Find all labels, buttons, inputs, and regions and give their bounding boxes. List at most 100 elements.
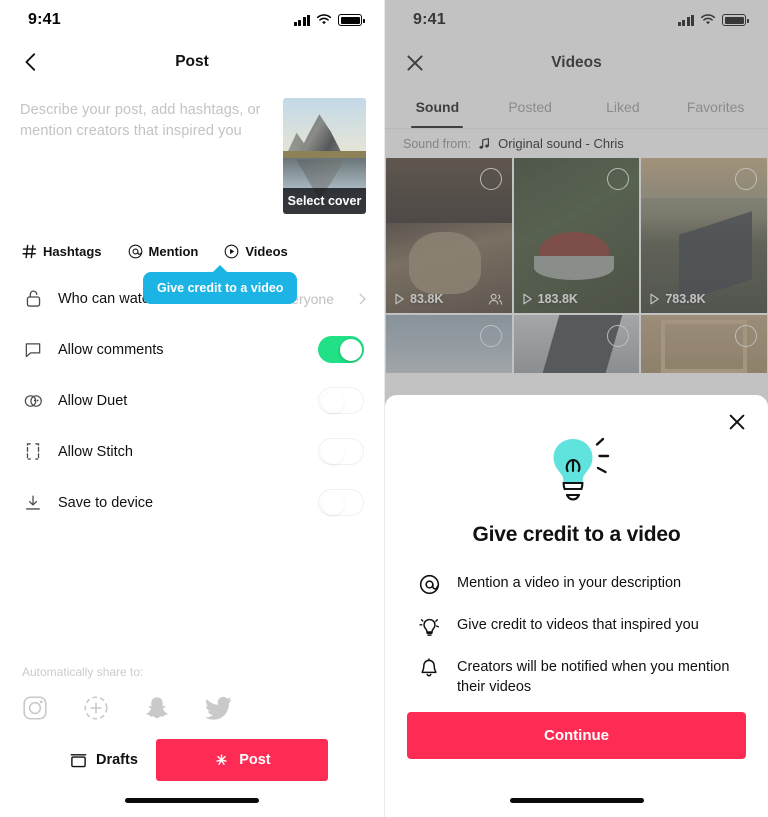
auto-share-icons [22, 695, 232, 721]
signal-bars-icon [293, 14, 310, 26]
sound-from-label: Sound from: [403, 136, 472, 151]
post-screen: 9:41 Post Describe your post, add hashta… [0, 0, 384, 817]
toggle-knob [321, 441, 344, 464]
post-footer: Drafts Post [0, 739, 384, 781]
wifi-icon [700, 14, 716, 25]
video-play-count: 783.8K [649, 292, 706, 306]
status-bar: 9:41 [385, 0, 768, 40]
toggle-allow-duet[interactable] [318, 387, 364, 414]
feature-item: Creators will be notified when you menti… [417, 657, 736, 697]
play-circle-icon [224, 244, 239, 259]
duet-icon [22, 393, 44, 409]
setting-row-allow-duet[interactable]: Allow Duet [22, 375, 364, 426]
setting-row-save-to-device[interactable]: Save to device [22, 477, 364, 528]
unlock-icon [22, 289, 44, 308]
give-credit-tooltip[interactable]: Give credit to a video [143, 265, 298, 304]
cover-thumbnail[interactable]: Select cover [283, 98, 366, 214]
setting-row-allow-comments[interactable]: Allow comments [22, 324, 364, 375]
sound-from-name: Original sound - Chris [498, 136, 624, 151]
feature-item: Mention a video in your description [417, 573, 736, 595]
drafts-button[interactable]: Drafts [22, 752, 138, 769]
snapchat-icon[interactable] [144, 695, 170, 721]
toggle-knob [321, 492, 344, 515]
play-count-value: 183.8K [537, 292, 578, 306]
at-mention-icon [128, 244, 142, 259]
tab-posted[interactable]: Posted [484, 86, 577, 128]
toggle-save-to-device[interactable] [318, 489, 364, 516]
status-time: 9:41 [28, 11, 61, 28]
auto-share-label: Automatically share to: [22, 665, 144, 679]
auto-share-section: Automatically share to: [22, 665, 232, 721]
toggle-allow-stitch[interactable] [318, 438, 364, 465]
sparkle-icon [216, 754, 227, 765]
select-circle-icon[interactable] [607, 325, 630, 347]
continue-button[interactable]: Continue [407, 712, 746, 759]
videos-title: Videos [551, 54, 602, 71]
status-time: 9:41 [413, 11, 446, 28]
hashtags-chip[interactable]: Hashtags [22, 244, 102, 259]
stitch-icon [22, 442, 44, 461]
status-icons [293, 14, 365, 26]
toggle-knob [321, 390, 344, 413]
instagram-icon[interactable] [22, 695, 48, 721]
chevron-right-icon [354, 292, 366, 305]
compose-action-chips: Hashtags Mention Videos [0, 214, 384, 259]
videos-chip-label: Videos [245, 244, 288, 259]
close-x-icon[interactable] [728, 413, 746, 431]
status-bar: 9:41 [0, 0, 384, 40]
sound-from-row: Sound from: Original sound - Chris [385, 128, 768, 158]
tab-liked[interactable]: Liked [577, 86, 670, 128]
play-count-value: 83.8K [410, 292, 444, 306]
video-cell[interactable]: 183.8K [513, 158, 640, 313]
video-cell[interactable]: 83.8K [386, 158, 512, 313]
post-button-label: Post [239, 752, 271, 768]
select-circle-icon[interactable] [734, 325, 757, 347]
post-button[interactable]: Post [155, 739, 328, 781]
description-input[interactable]: Describe your post, add hashtags, or men… [20, 98, 269, 214]
home-indicator [509, 798, 644, 803]
sheet-heading: Give credit to a video [472, 523, 681, 546]
mention-chip-label: Mention [148, 244, 199, 259]
at-mention-icon [417, 573, 441, 595]
tab-favorites[interactable]: Favorites [669, 86, 762, 128]
select-circle-icon[interactable] [734, 168, 757, 190]
twitter-icon[interactable] [205, 696, 232, 720]
video-cell[interactable] [641, 315, 767, 373]
setting-label: Save to device [58, 494, 154, 511]
video-play-count: 183.8K [522, 292, 578, 306]
feature-text: Give credit to videos that inspired you [457, 617, 699, 633]
video-cell[interactable] [513, 315, 640, 373]
videos-chip[interactable]: Videos [224, 244, 288, 259]
video-cell[interactable] [386, 315, 512, 373]
select-circle-icon[interactable] [479, 325, 502, 347]
select-cover-button[interactable]: Select cover [283, 188, 366, 214]
setting-row-allow-stitch[interactable]: Allow Stitch [22, 426, 364, 477]
play-count-value: 783.8K [665, 292, 706, 306]
navigation-bar: Post [0, 40, 384, 84]
setting-label: Allow Duet [58, 392, 128, 409]
wifi-icon [316, 14, 332, 25]
lightbulb-small-icon [417, 615, 441, 637]
sheet-feature-list: Mention a video in your description Give… [407, 573, 746, 697]
select-circle-icon[interactable] [479, 168, 502, 190]
back-chevron-icon[interactable] [20, 51, 42, 73]
videos-picker-screen: 9:41 Videos Sound Posted Liked Favorites [384, 0, 768, 817]
battery-icon [722, 14, 749, 26]
video-grid: 83.8K 183.8K 783.8K [385, 158, 768, 373]
setting-label: Allow comments [58, 341, 164, 358]
videos-tabs: Sound Posted Liked Favorites [385, 86, 768, 128]
feature-text: Creators will be notified when you menti… [457, 659, 730, 695]
video-cell[interactable]: 783.8K [641, 158, 767, 313]
toggle-allow-comments[interactable] [318, 336, 364, 363]
video-play-count: 83.8K [394, 292, 443, 306]
comment-bubble-icon [22, 341, 44, 359]
instagram-stories-icon[interactable] [83, 695, 109, 721]
play-triangle-icon [395, 293, 404, 305]
hashtag-icon [22, 244, 37, 259]
toggle-knob [339, 338, 362, 361]
drafts-label: Drafts [96, 752, 138, 768]
tab-sound[interactable]: Sound [391, 86, 484, 128]
play-triangle-icon [523, 293, 532, 305]
mention-chip[interactable]: Mention [128, 244, 199, 259]
select-circle-icon[interactable] [607, 168, 630, 190]
